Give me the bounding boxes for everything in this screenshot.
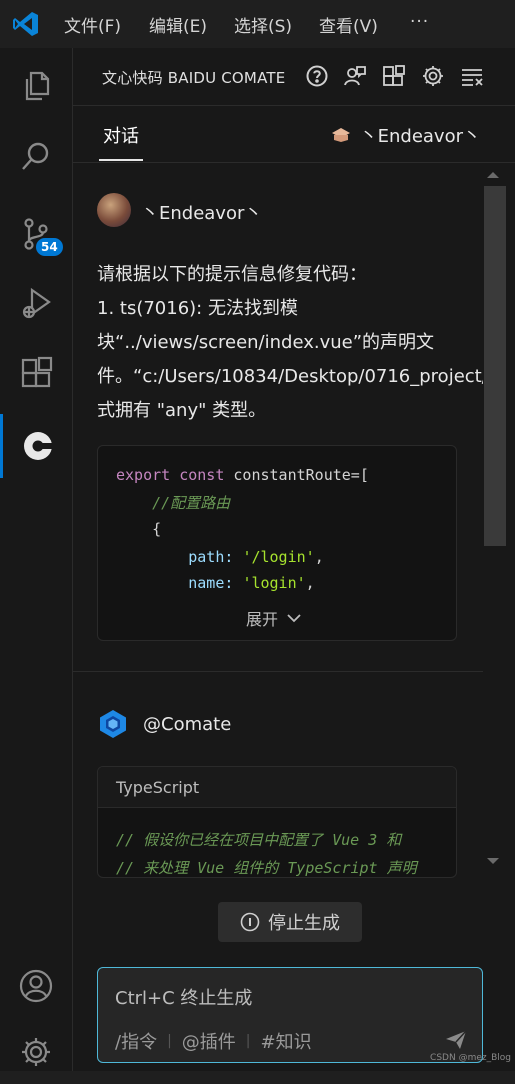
scrollbar-thumb[interactable]: [484, 186, 506, 546]
code-line: // 假设你已经在项目中配置了 Vue 3 和: [116, 831, 402, 849]
panel-title: 文心快码 BAIDU COMATE: [102, 69, 286, 87]
message-line: 件。“c:/Users/10834/Desktop/0716_project/v: [97, 366, 483, 387]
plugin-option[interactable]: @插件: [182, 1028, 236, 1054]
user-message: 请根据以下的提示信息修复代码： 1. ts(7016): 无法找到模 块“../…: [97, 258, 483, 428]
activity-extensions[interactable]: [0, 342, 72, 406]
code-line: // 来处理 Vue 组件的 TypeScript 声明: [116, 859, 417, 877]
gear-icon: [22, 1038, 50, 1066]
code-line: {: [116, 520, 162, 538]
active-tab-indicator: [99, 159, 143, 161]
message-line: 块“../views/screen/index.vue”的声明文: [97, 332, 435, 353]
activity-run-debug[interactable]: [0, 272, 72, 336]
activity-explorer[interactable]: [0, 54, 72, 118]
activity-source-control[interactable]: 54: [0, 202, 72, 266]
chat-input-placeholder: Ctrl+C 终止生成: [115, 988, 253, 1009]
knowledge-option[interactable]: #知识: [261, 1028, 312, 1054]
menu-more-button[interactable]: ···: [410, 12, 429, 32]
comate-logo-icon: [100, 710, 126, 738]
watermark: CSDN @mez_Blog: [430, 1053, 511, 1063]
activity-manage[interactable]: [0, 1020, 72, 1084]
menu-selection[interactable]: 选择(S): [234, 12, 292, 37]
menu-file[interactable]: 文件(F): [64, 12, 121, 37]
menu-edit[interactable]: 编辑(E): [149, 12, 207, 37]
tab-chat[interactable]: 对话: [103, 122, 139, 148]
panel-header: 文心快码 BAIDU COMATE: [73, 48, 515, 106]
send-icon[interactable]: [444, 1028, 468, 1052]
clear-history-icon[interactable]: [460, 64, 484, 88]
search-icon: [22, 142, 49, 170]
message-line: 1. ts(7016): 无法找到模: [97, 298, 298, 319]
stop-generating-button[interactable]: 停止生成: [218, 902, 362, 942]
option-separator: |: [167, 1033, 172, 1049]
user-avatar-icon: [331, 128, 350, 142]
activity-bar: 54: [0, 48, 73, 1071]
feedback-icon[interactable]: [343, 64, 367, 88]
run-debug-icon: [22, 287, 51, 319]
vscode-logo-icon: [13, 12, 38, 36]
code-language: TypeScript: [116, 778, 200, 797]
comate-panel: 文心快码 BAIDU COMATE 对话 丶Endeavor丶 丶Endeavo…: [73, 48, 515, 1071]
user-switch[interactable]: 丶Endeavor丶: [330, 122, 481, 148]
help-icon[interactable]: [305, 64, 329, 88]
stop-label: 停止生成: [268, 913, 340, 934]
reply-code-block: TypeScript // 假设你已经在项目中配置了 Vue 3 和 // 来处…: [97, 766, 457, 878]
extensions-icon: [21, 356, 53, 388]
code-line: name: 'login',: [116, 574, 315, 592]
title-bar: 文件(F) 编辑(E) 选择(S) 查看(V) ···: [0, 0, 515, 49]
avatar: [97, 193, 131, 227]
chat-input[interactable]: Ctrl+C 终止生成 /指令 | @插件 | #知识: [97, 967, 483, 1063]
activity-comate[interactable]: [0, 414, 72, 478]
chevron-down-icon: [287, 614, 301, 623]
code-block: export const constantRoute=[ //配置路由 { pa…: [97, 445, 457, 641]
message-line: 式拥有 "any" 类型。: [97, 400, 267, 421]
plugins-icon[interactable]: [382, 64, 406, 88]
user-switch-label: 丶Endeavor丶: [359, 126, 481, 147]
chat-area: 丶Endeavor丶 请根据以下的提示信息修复代码： 1. ts(7016): …: [73, 163, 483, 923]
scroll-down-arrow[interactable]: [487, 858, 499, 864]
activity-accounts[interactable]: [0, 954, 72, 1018]
code-line: path: '/login',: [116, 548, 324, 566]
user-name: 丶Endeavor丶: [141, 203, 263, 224]
activity-search[interactable]: [0, 124, 72, 188]
scroll-up-arrow[interactable]: [487, 172, 499, 178]
expand-button[interactable]: 展开: [246, 606, 302, 630]
code-line: //配置路由: [116, 494, 231, 512]
menu-view[interactable]: 查看(V): [319, 12, 378, 37]
account-icon: [19, 969, 53, 1003]
code-block-header: TypeScript: [98, 767, 456, 808]
option-separator: |: [245, 1033, 251, 1049]
code-line: export const constantRoute=[: [116, 466, 369, 484]
settings-icon[interactable]: [421, 64, 445, 88]
message-line: 请根据以下的提示信息修复代码：: [97, 264, 367, 285]
stop-icon: [240, 912, 260, 932]
comate-icon: [23, 432, 53, 460]
files-icon: [25, 71, 50, 101]
panel-tabs: 对话 丶Endeavor丶: [73, 106, 515, 163]
source-control-badge: 54: [34, 236, 65, 258]
expand-label: 展开: [246, 610, 279, 629]
command-option[interactable]: /指令: [115, 1028, 157, 1054]
input-options: /指令 | @插件 | #知识: [115, 1028, 312, 1054]
bot-name: @Comate: [143, 714, 232, 735]
message-divider: [73, 671, 483, 672]
